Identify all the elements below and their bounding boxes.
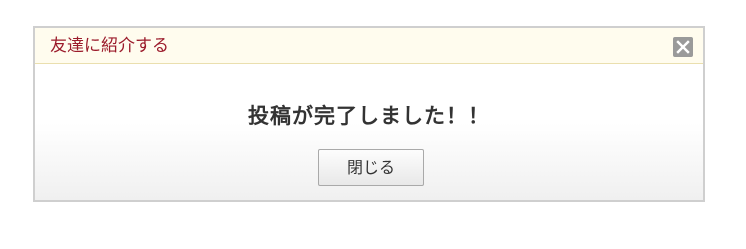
completion-message: 投稿が完了しました！！ [248,104,490,128]
dialog-title: 友達に紹介する [50,36,169,56]
close-icon[interactable] [673,37,693,57]
close-button[interactable]: 閉じる [318,149,424,186]
dialog-header: 友達に紹介する [35,28,703,64]
close-icon-glyph [676,40,690,54]
share-dialog: 友達に紹介する 投稿が完了しました！！ 閉じる [33,26,705,202]
